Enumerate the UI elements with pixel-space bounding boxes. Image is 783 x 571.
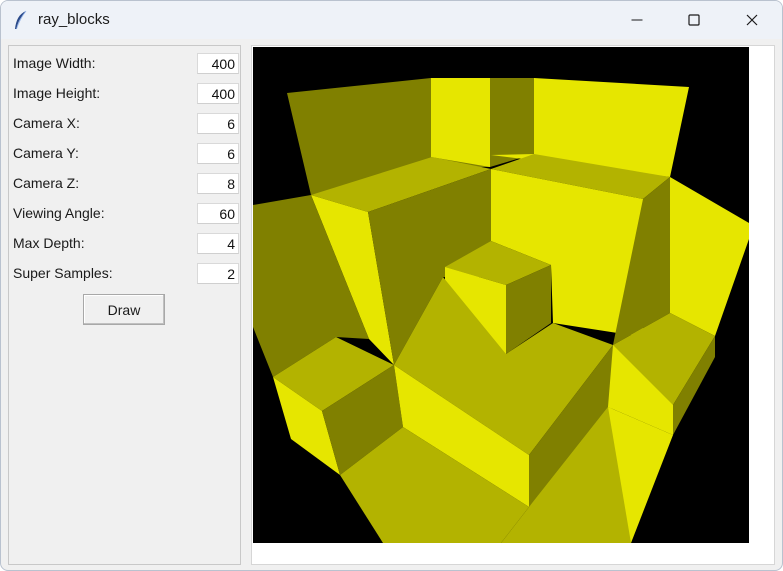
field-row-super-samples: Super Samples: <box>9 261 242 285</box>
field-row-max-depth: Max Depth: <box>9 231 242 255</box>
image-height-label: Image Height: <box>13 85 101 101</box>
image-height-input[interactable] <box>197 83 239 104</box>
minimize-icon <box>631 14 643 26</box>
render-canvas-frame <box>251 45 775 565</box>
viewing-angle-input[interactable] <box>197 203 239 224</box>
super-samples-input[interactable] <box>197 263 239 284</box>
field-row-camera-x: Camera X: <box>9 111 242 135</box>
close-button[interactable] <box>723 1 781 39</box>
field-row-camera-z: Camera Z: <box>9 171 242 195</box>
max-depth-input[interactable] <box>197 233 239 254</box>
settings-panel: Image Width: Image Height: Camera X: Cam… <box>8 45 241 565</box>
feather-icon <box>13 10 29 30</box>
render-canvas <box>253 47 749 543</box>
field-row-image-height: Image Height: <box>9 81 242 105</box>
image-width-input[interactable] <box>197 53 239 74</box>
super-samples-label: Super Samples: <box>13 265 113 281</box>
camera-y-label: Camera Y: <box>13 145 79 161</box>
field-row-viewing-angle: Viewing Angle: <box>9 201 242 225</box>
minimize-button[interactable] <box>608 1 666 39</box>
field-row-camera-y: Camera Y: <box>9 141 242 165</box>
maximize-icon <box>688 14 700 26</box>
close-icon <box>746 14 758 26</box>
viewing-angle-label: Viewing Angle: <box>13 205 105 221</box>
camera-z-input[interactable] <box>197 173 239 194</box>
image-width-label: Image Width: <box>13 55 96 71</box>
app-window: ray_blocks Image Width: Image Height: <box>0 0 783 571</box>
field-row-image-width: Image Width: <box>9 51 242 75</box>
camera-z-label: Camera Z: <box>13 175 80 191</box>
maximize-button[interactable] <box>665 1 723 39</box>
window-title: ray_blocks <box>38 11 110 28</box>
block-face <box>490 78 534 167</box>
title-bar[interactable]: ray_blocks <box>1 1 782 39</box>
max-depth-label: Max Depth: <box>13 235 85 251</box>
camera-x-label: Camera X: <box>13 115 80 131</box>
draw-button[interactable]: Draw <box>83 294 165 325</box>
block-face <box>431 78 490 167</box>
camera-x-input[interactable] <box>197 113 239 134</box>
camera-y-input[interactable] <box>197 143 239 164</box>
